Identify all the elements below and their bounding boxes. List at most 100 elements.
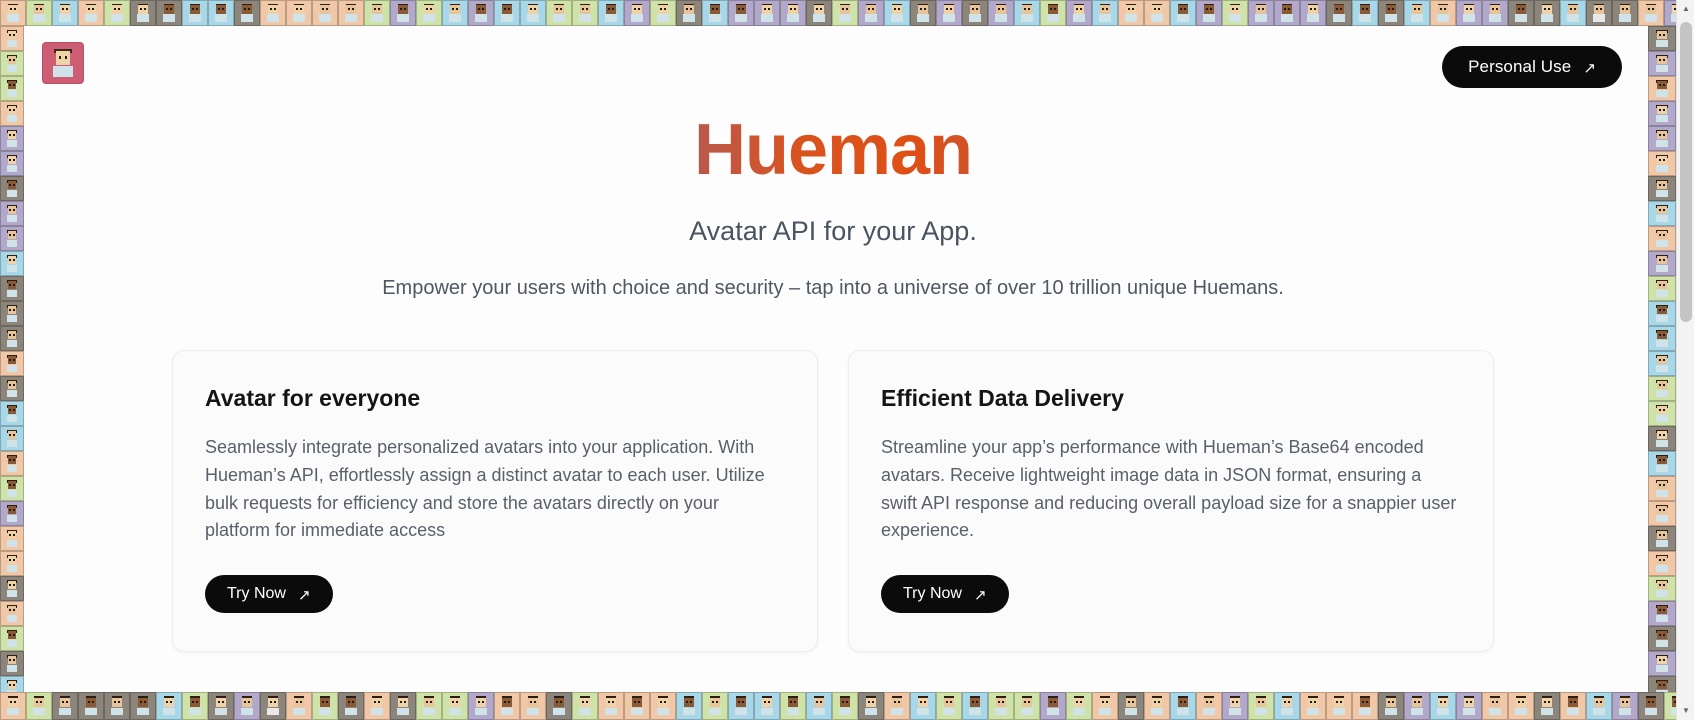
avatar-body xyxy=(293,14,305,22)
decorative-avatar xyxy=(780,0,806,26)
avatar-body xyxy=(1125,707,1137,716)
personal-use-button[interactable]: Personal Use ↗ xyxy=(1442,46,1622,88)
avatar-eye-left xyxy=(1648,8,1650,11)
avatar-eye-right xyxy=(898,701,900,703)
avatar-eye-right xyxy=(456,701,458,703)
avatar-eye-left xyxy=(1622,701,1624,703)
avatar-eye-right xyxy=(1663,509,1666,511)
avatar-eye-right xyxy=(1470,8,1472,11)
decorative-avatar xyxy=(1508,692,1534,720)
card-body: Streamline your app’s performance with H… xyxy=(881,436,1457,541)
avatar-eye-right xyxy=(1663,384,1666,386)
avatar-eye-right xyxy=(1340,701,1342,703)
avatar-eye-left xyxy=(322,8,324,11)
scroll-up-icon[interactable]: ▲ xyxy=(1677,0,1694,18)
avatar-body xyxy=(397,707,409,716)
avatar-body xyxy=(1656,414,1668,422)
decorative-avatar xyxy=(1648,576,1676,601)
avatar-body xyxy=(6,539,18,547)
avatar-eye-left xyxy=(608,8,610,11)
avatar-eye-right xyxy=(13,584,15,586)
avatar-eye-right xyxy=(13,434,15,436)
avatar-eye-left xyxy=(1102,8,1104,11)
avatar-body xyxy=(6,514,18,522)
avatar-eye-left xyxy=(1206,8,1208,11)
avatar-eye-left xyxy=(1128,701,1130,703)
avatar-body xyxy=(1567,707,1579,716)
avatar-eye-left xyxy=(114,701,116,703)
avatar-body xyxy=(189,14,201,22)
avatar-body xyxy=(137,14,149,22)
avatar-eye-left xyxy=(1076,701,1078,703)
avatar-body xyxy=(1515,707,1527,716)
decorative-avatar xyxy=(1144,0,1170,26)
avatar-eye-left xyxy=(660,8,662,11)
decorative-avatar xyxy=(702,0,728,26)
avatar-eye-right xyxy=(144,701,146,703)
avatar-body xyxy=(189,707,201,716)
avatar-eye-left xyxy=(1658,384,1661,386)
avatar-body xyxy=(6,189,18,197)
avatar-eye-right xyxy=(638,8,640,11)
decorative-avatar xyxy=(832,692,858,720)
avatar-body xyxy=(1489,707,1501,716)
avatar-eye-right xyxy=(1600,701,1602,703)
avatar-body xyxy=(787,707,799,716)
decorative-avatar xyxy=(1612,692,1638,720)
decorative-avatar xyxy=(676,0,702,26)
browser-scrollbar[interactable]: ▲ ▼ xyxy=(1676,0,1694,720)
avatar-eye-left xyxy=(348,8,350,11)
avatar-body xyxy=(1307,14,1319,22)
try-now-button-1[interactable]: Try Now ↗ xyxy=(205,575,333,614)
avatar-eye-right xyxy=(118,8,120,11)
avatar-eye-left xyxy=(1658,634,1661,636)
avatar-eye-left xyxy=(36,701,38,703)
avatar-eye-left xyxy=(9,109,11,111)
avatar-eye-left xyxy=(9,284,11,286)
avatar-eye-left xyxy=(1440,8,1442,11)
avatar-eye-left xyxy=(140,8,142,11)
decorative-avatar xyxy=(754,692,780,720)
decorative-avatar xyxy=(780,692,806,720)
avatar-eye-left xyxy=(296,8,298,11)
avatar-eye-right xyxy=(1663,334,1666,336)
scroll-down-icon[interactable]: ▼ xyxy=(1677,702,1694,720)
decorative-avatar xyxy=(910,0,936,26)
avatar-body xyxy=(1151,707,1163,716)
avatar-eye-left xyxy=(9,59,11,61)
try-now-button-2[interactable]: Try Now ↗ xyxy=(881,575,1009,614)
scrollbar-thumb[interactable] xyxy=(1680,22,1692,322)
decorative-avatar xyxy=(1648,201,1676,226)
avatar-eye-left xyxy=(1258,8,1260,11)
decorative-avatar xyxy=(0,676,24,692)
decorative-avatar xyxy=(338,0,364,26)
avatar-eye-right xyxy=(1470,701,1472,703)
avatar-eye-right xyxy=(222,701,224,703)
avatar-eye-right xyxy=(13,284,15,286)
avatar-body xyxy=(1333,14,1345,22)
avatar-eye-right xyxy=(872,8,874,11)
avatar-eye-right xyxy=(1106,8,1108,11)
avatar-eye-left xyxy=(1658,184,1661,186)
avatar-eye-left xyxy=(608,701,610,703)
avatar-eye-left xyxy=(452,8,454,11)
avatar-eye-right xyxy=(170,701,172,703)
avatar-eye-right xyxy=(1574,701,1576,703)
avatar-eye-left xyxy=(894,701,896,703)
card-body: Seamlessly integrate personalized avatar… xyxy=(205,436,765,541)
decorative-avatar xyxy=(1456,0,1482,26)
avatar-eye-left xyxy=(1658,109,1661,111)
avatar-body xyxy=(579,14,591,22)
avatar-body xyxy=(813,14,825,22)
decorative-avatar xyxy=(1300,692,1326,720)
avatar-body xyxy=(267,707,279,716)
decorative-avatar xyxy=(624,0,650,26)
avatar-eye-left xyxy=(9,209,11,211)
avatar-body xyxy=(163,14,175,22)
decorative-avatar xyxy=(338,692,364,720)
avatar-eye-left xyxy=(712,701,714,703)
avatar-body xyxy=(7,14,19,22)
avatar-body xyxy=(1385,707,1397,716)
hueman-avatar-logo[interactable] xyxy=(42,42,84,84)
avatar-body xyxy=(1411,707,1423,716)
